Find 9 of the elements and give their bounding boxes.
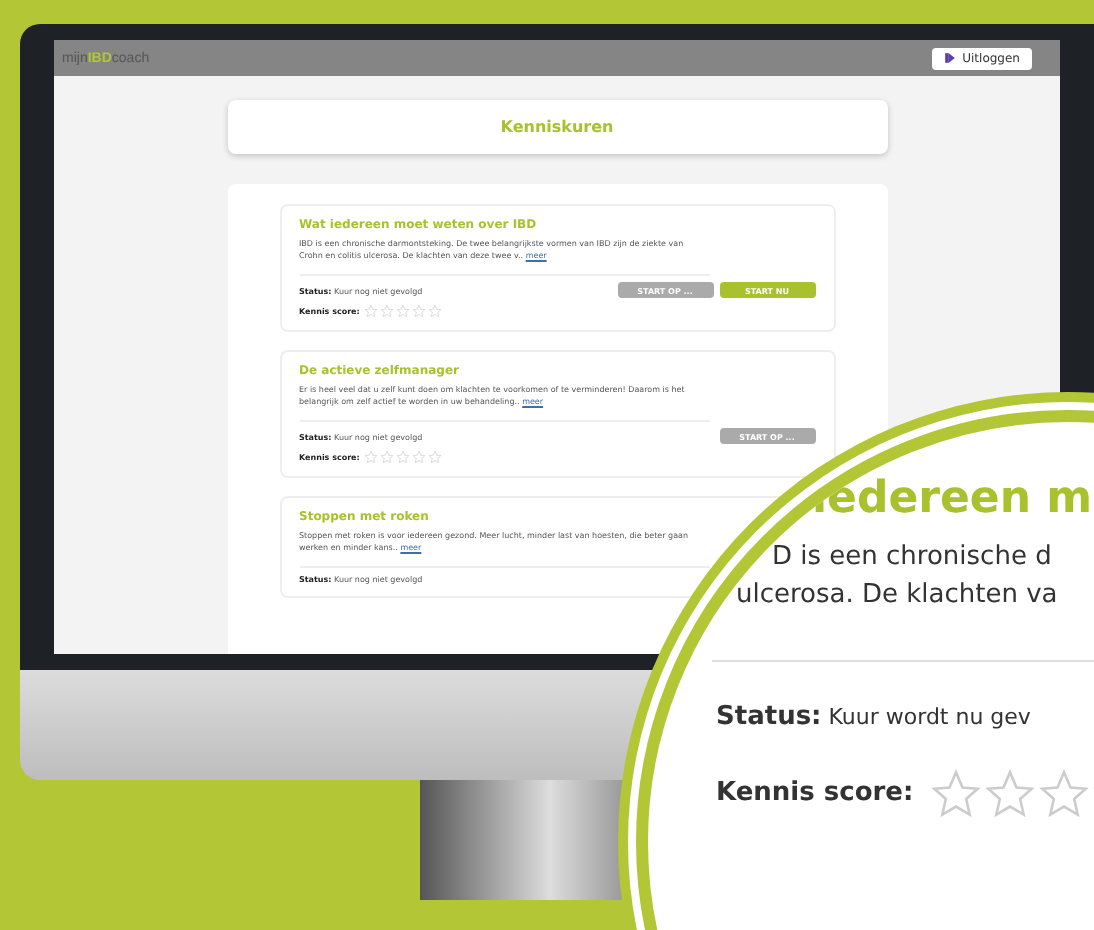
star-icon: [929, 767, 982, 820]
magnified-text: ulcerosa. De klachten va: [736, 577, 1060, 614]
page-title: Kenniskuren: [500, 118, 614, 136]
magnified-status: Status: Kuur wordt nu gev: [716, 701, 1033, 732]
star-icon: [983, 767, 1036, 820]
star-icon: [1037, 767, 1090, 820]
logout-icon: [944, 52, 957, 64]
magnified-text: D is een chronische d: [772, 540, 1054, 576]
magnified-score-label: Kennis score:: [716, 778, 914, 809]
